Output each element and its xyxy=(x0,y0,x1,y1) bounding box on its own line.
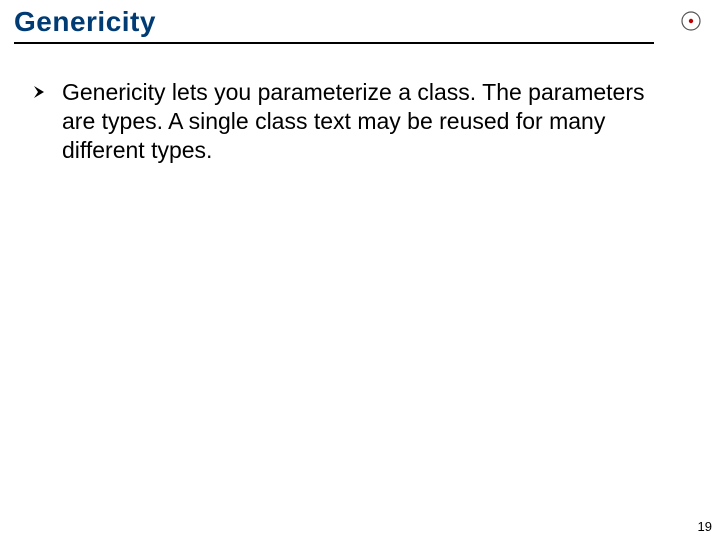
slide-body: Genericity lets you parameterize a class… xyxy=(32,78,660,164)
bullet-item: Genericity lets you parameterize a class… xyxy=(32,78,660,164)
page-number: 19 xyxy=(698,519,712,534)
title-underline xyxy=(14,42,654,44)
logo-icon xyxy=(680,10,702,37)
bullet-arrow-icon xyxy=(32,84,48,105)
bullet-text: Genericity lets you parameterize a class… xyxy=(62,78,660,164)
slide-title: Genericity xyxy=(14,6,706,38)
slide: Genericity Genericity lets you parameter… xyxy=(0,0,720,540)
slide-header: Genericity xyxy=(14,6,706,44)
